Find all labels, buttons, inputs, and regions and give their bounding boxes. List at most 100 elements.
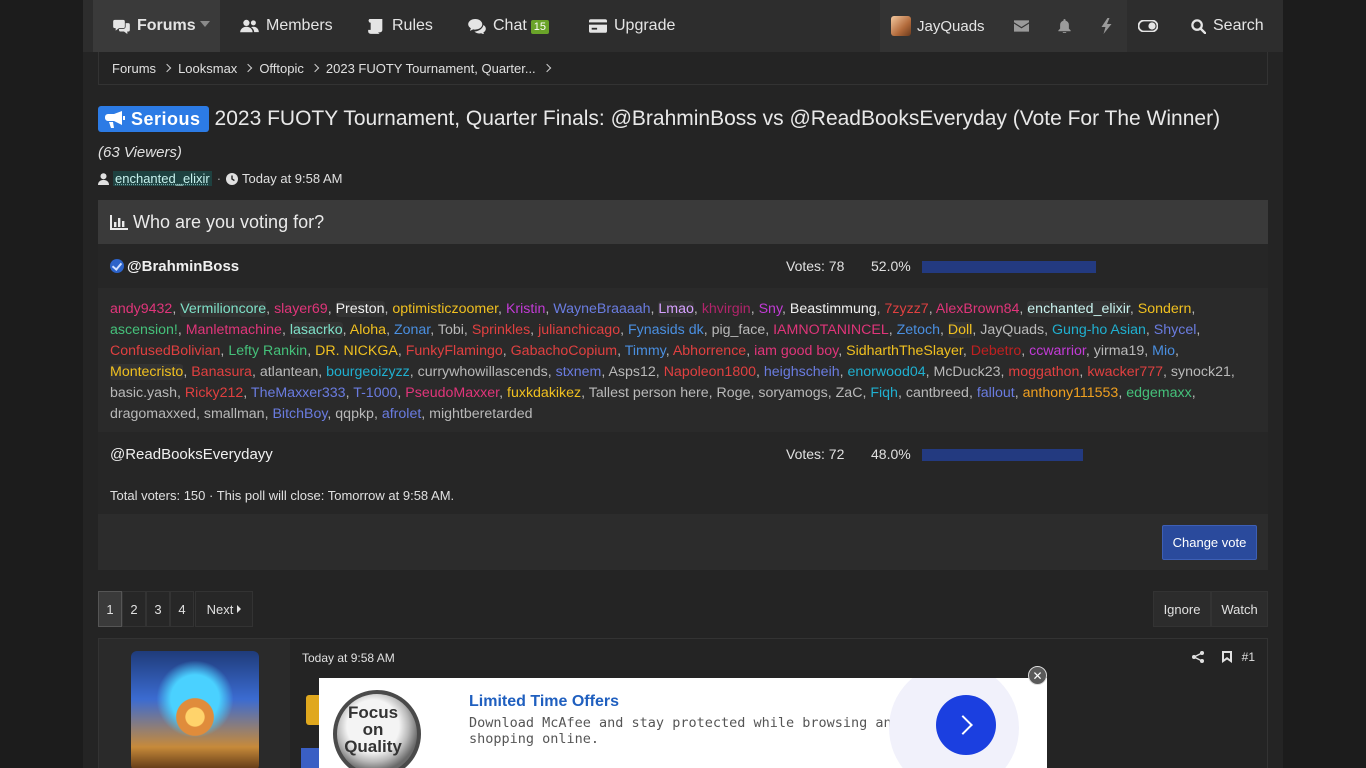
voter-link[interactable]: anthony111553 bbox=[1023, 385, 1119, 401]
ad-title[interactable]: Limited Time Offers bbox=[469, 693, 619, 711]
thread-date[interactable]: Today at 9:58 AM bbox=[242, 171, 342, 186]
voter-link[interactable]: TheMaxxer333 bbox=[251, 385, 346, 401]
voter-link[interactable]: fallout bbox=[977, 385, 1015, 401]
voter-link[interactable]: Ricky212 bbox=[185, 385, 243, 401]
voter-link[interactable]: afrolet bbox=[382, 406, 421, 422]
nav-whats-new[interactable] bbox=[1085, 0, 1127, 52]
page-link[interactable]: 2 bbox=[122, 591, 146, 627]
voter-link[interactable]: Vermilioncore bbox=[180, 301, 267, 317]
voter-link[interactable]: atlantean bbox=[260, 364, 318, 380]
voter-link[interactable]: Montecristo bbox=[110, 364, 184, 380]
breadcrumb-item[interactable]: Offtopic bbox=[259, 61, 326, 76]
voter-link[interactable]: moggathon bbox=[1008, 364, 1079, 380]
poll-option-name[interactable]: @ReadBooksEverydayy bbox=[110, 446, 273, 463]
voter-link[interactable]: Doll bbox=[947, 322, 973, 338]
voter-link[interactable]: Zonar bbox=[394, 322, 430, 338]
voter-link[interactable]: smallman bbox=[204, 406, 265, 422]
breadcrumb-item[interactable]: Forums bbox=[112, 61, 178, 76]
voter-link[interactable]: ccwarrior bbox=[1029, 343, 1086, 359]
nav-inbox[interactable] bbox=[1000, 0, 1043, 52]
voter-link[interactable]: Zetoch bbox=[897, 322, 940, 338]
thread-prefix-badge[interactable]: Serious bbox=[98, 106, 209, 132]
change-vote-button[interactable]: Change vote bbox=[1162, 525, 1257, 560]
voter-link[interactable]: Mio bbox=[1152, 343, 1175, 359]
voter-link[interactable]: bourgeoizyzz bbox=[326, 364, 410, 380]
voter-link[interactable]: Gung-ho Asian bbox=[1052, 322, 1146, 338]
voter-link[interactable]: Fynasids dk bbox=[628, 322, 704, 338]
voter-link[interactable]: Manletmachine bbox=[186, 322, 282, 338]
avatar[interactable] bbox=[131, 651, 259, 768]
page-link-current[interactable]: 1 bbox=[98, 591, 122, 627]
voter-link[interactable]: synock21 bbox=[1171, 364, 1231, 380]
voter-link[interactable]: julianchicago bbox=[538, 322, 620, 338]
voter-link[interactable]: Beastimmung bbox=[790, 301, 877, 317]
nav-members[interactable]: Members bbox=[240, 0, 333, 52]
voter-link[interactable]: ZaC bbox=[836, 385, 863, 401]
voter-link[interactable]: basic.yash bbox=[110, 385, 177, 401]
voter-link[interactable]: McDuck23 bbox=[934, 364, 1001, 380]
voter-link[interactable]: Fiqh bbox=[870, 385, 898, 401]
nav-account[interactable]: JayQuads bbox=[880, 0, 1000, 52]
voter-link[interactable]: Napoleon1800 bbox=[664, 364, 756, 380]
voter-link[interactable]: pig_face bbox=[712, 322, 766, 338]
chevron-down-icon[interactable] bbox=[200, 21, 210, 27]
voter-link[interactable]: dragomaxxed bbox=[110, 406, 196, 422]
voter-link[interactable]: qqpkp bbox=[335, 406, 374, 422]
voter-link[interactable]: Preston bbox=[335, 301, 385, 317]
voter-link[interactable]: mightberetarded bbox=[429, 406, 532, 422]
voter-link[interactable]: yirma19 bbox=[1094, 343, 1144, 359]
voter-link[interactable]: IAMNOTANINCEL bbox=[773, 322, 889, 338]
voter-link[interactable]: Banasura bbox=[191, 364, 252, 380]
voter-link[interactable]: Shycel bbox=[1154, 322, 1197, 338]
voter-link[interactable]: BitchBoy bbox=[272, 406, 327, 422]
voter-link[interactable]: khvirgin bbox=[702, 301, 751, 317]
watch-button[interactable]: Watch bbox=[1211, 591, 1268, 627]
voter-link[interactable]: GabachoCopium bbox=[511, 343, 617, 359]
nav-style-toggle[interactable] bbox=[1127, 0, 1169, 52]
voter-link[interactable]: Kristin bbox=[506, 301, 545, 317]
page-link[interactable]: 4 bbox=[170, 591, 194, 627]
ad-go-button[interactable] bbox=[936, 695, 996, 755]
advertisement-banner[interactable]: Focus on Quality Limited Time Offers Dow… bbox=[319, 678, 1047, 768]
voter-link[interactable]: cantbreed bbox=[906, 385, 969, 401]
nav-chat[interactable]: Chat 15 bbox=[468, 0, 550, 52]
voter-link[interactable]: stxnem bbox=[556, 364, 602, 380]
next-page-button[interactable]: Next bbox=[195, 591, 253, 627]
voter-link[interactable]: ascension! bbox=[110, 322, 178, 338]
voter-link[interactable]: AlexBrown84 bbox=[936, 301, 1020, 317]
breadcrumb-item[interactable]: Looksmax bbox=[178, 61, 259, 76]
voter-link[interactable]: DR. NICKGA bbox=[315, 343, 398, 359]
voter-link[interactable]: enchanted_elixir bbox=[1027, 301, 1130, 317]
thread-author-link[interactable]: enchanted_elixir bbox=[113, 171, 212, 186]
voter-link[interactable]: Aloha bbox=[350, 322, 386, 338]
voter-link[interactable]: optimisticzoomer bbox=[392, 301, 498, 317]
voter-link[interactable]: ConfusedBolivian bbox=[110, 343, 220, 359]
voter-link[interactable]: Timmy bbox=[625, 343, 666, 359]
voter-link[interactable]: andy9432 bbox=[110, 301, 172, 317]
voter-link[interactable]: edgemaxx bbox=[1126, 385, 1191, 401]
voter-link[interactable]: Lefty Rankin bbox=[228, 343, 307, 359]
post-date[interactable]: Today at 9:58 AM bbox=[302, 651, 395, 665]
voter-link[interactable]: enorwood04 bbox=[848, 364, 926, 380]
nav-rules[interactable]: Rules bbox=[368, 0, 433, 52]
voter-link[interactable]: Asps12 bbox=[608, 364, 655, 380]
voter-link[interactable]: soryamogs bbox=[758, 385, 827, 401]
voter-link[interactable]: Debetro bbox=[971, 343, 1021, 359]
bookmark-icon[interactable] bbox=[1221, 651, 1232, 663]
voter-link[interactable]: Sondern bbox=[1138, 301, 1192, 317]
voter-link[interactable]: JayQuads bbox=[980, 322, 1044, 338]
voter-link[interactable]: fuxkdakikez bbox=[507, 385, 581, 401]
voter-link[interactable]: WayneBraaaah bbox=[553, 301, 650, 317]
share-icon[interactable] bbox=[1191, 651, 1204, 663]
voter-link[interactable]: FunkyFlamingo bbox=[406, 343, 503, 359]
voter-link[interactable]: Tobi bbox=[438, 322, 464, 338]
voter-link[interactable]: Roge bbox=[717, 385, 751, 401]
voter-link[interactable]: lasacrko bbox=[289, 322, 343, 338]
voter-link[interactable]: Tallest person here bbox=[589, 385, 709, 401]
voter-link[interactable]: Lmao bbox=[658, 301, 694, 317]
nav-upgrade[interactable]: Upgrade bbox=[589, 0, 675, 52]
voter-link[interactable]: iam good boy bbox=[754, 343, 838, 359]
voter-link[interactable]: kwacker777 bbox=[1087, 364, 1163, 380]
voter-link[interactable]: currywhowillascends bbox=[418, 364, 548, 380]
voter-link[interactable]: Sprinkles bbox=[472, 322, 530, 338]
